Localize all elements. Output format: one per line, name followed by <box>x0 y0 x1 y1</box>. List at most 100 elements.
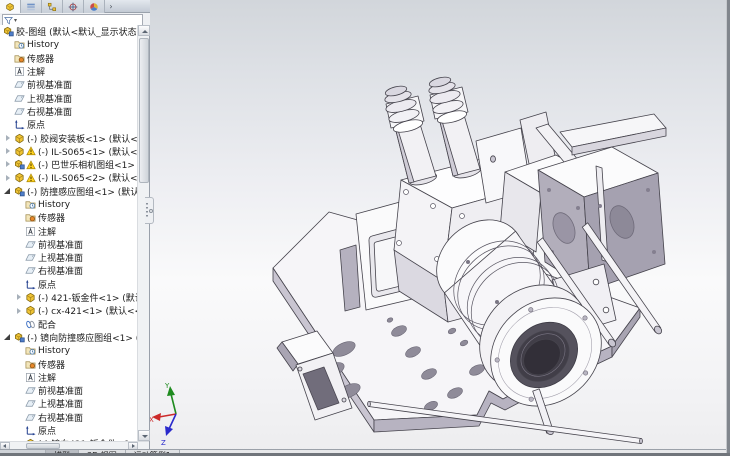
tab-properties-icon <box>26 2 36 12</box>
tree-row[interactable]: 原点 <box>0 278 137 291</box>
plane-icon <box>25 398 36 409</box>
scroll-up-button[interactable] <box>138 25 150 36</box>
tree-item-label: (-) IL-S065<1> (默认<<默认 <box>38 145 137 158</box>
triad-x-label: X <box>150 416 154 424</box>
tree-row[interactable]: 右视基准面 <box>0 264 137 277</box>
tree-item-label: 前视基准面 <box>38 384 83 397</box>
assembly-icon <box>3 26 14 37</box>
tree-row[interactable]: (-) IL-S065<2> (默认<<默认 <box>0 171 137 184</box>
tree-row[interactable]: 右视基准面 <box>0 411 137 424</box>
tree-item-label: 上视基准面 <box>27 92 72 105</box>
tree-row[interactable]: (-) 胶阀安装板<1> (默认<<默认 <box>0 131 137 144</box>
graphics-viewport[interactable]: X Y Z <box>150 0 727 453</box>
part-icon <box>14 172 25 183</box>
assembly-icon <box>14 159 25 170</box>
tree-row[interactable]: 原点 <box>0 424 137 437</box>
tree-row[interactable]: (-) 镜向防撞感应图组<1> (默认< <box>0 331 137 344</box>
tree-item-label: 右视基准面 <box>38 264 83 277</box>
tree-row[interactable]: 原点 <box>0 118 137 131</box>
tree-item-label: 传感器 <box>27 52 54 65</box>
vertical-scroll-thumb[interactable] <box>139 38 149 183</box>
tree-item-label: History <box>38 346 70 356</box>
featuremanager-tab-bar: › <box>0 0 150 13</box>
tree-row[interactable]: 传感器 <box>0 52 137 65</box>
tree-row[interactable]: 注解 <box>0 224 137 237</box>
tree-item-label: 配合 <box>38 318 56 331</box>
fm-tab-featuremanager-design-tree[interactable] <box>0 0 21 13</box>
tree-item-label: 传感器 <box>38 358 65 371</box>
tree-item-label: (-) IL-S065<2> (默认<<默认 <box>38 171 137 184</box>
sensors-icon <box>25 212 36 223</box>
tree-item-label: 原点 <box>38 424 56 437</box>
filter-funnel-icon[interactable] <box>4 16 13 25</box>
scroll-down-button[interactable] <box>138 430 150 441</box>
tree-row[interactable]: 上视基准面 <box>0 397 137 410</box>
expand-arrow-icon[interactable] <box>15 293 23 302</box>
fm-tab-property-manager[interactable] <box>21 0 42 13</box>
origin-icon <box>25 425 36 436</box>
assembly-icon <box>14 332 25 343</box>
solidworks-window: › ▾ 胶-图组 (默认<默认_显示状态-1>)History传感器注解前视基准… <box>0 0 730 456</box>
fm-tab-configuration-manager[interactable] <box>42 0 63 13</box>
expand-arrow-icon[interactable] <box>15 307 23 316</box>
tree-row[interactable]: 前视基准面 <box>0 384 137 397</box>
tree-row[interactable]: (-) 421-钣金件<1> (默认<< <box>0 291 137 304</box>
tree-row[interactable]: 前视基准面 <box>0 238 137 251</box>
tree-row[interactable]: 前视基准面 <box>0 78 137 91</box>
tree-row[interactable]: 注解 <box>0 371 137 384</box>
fm-tab-display-manager[interactable] <box>84 0 105 13</box>
tree-row[interactable]: (-) 巴世乐相机图组<1> (默认 <box>0 158 137 171</box>
model-cable-connectors[interactable] <box>384 75 482 187</box>
tree-item-label: 注解 <box>38 371 56 384</box>
tree-row[interactable]: 配合 <box>0 318 137 331</box>
expand-arrow-icon[interactable] <box>4 134 12 143</box>
tree-row[interactable]: 传感器 <box>0 357 137 370</box>
history-icon <box>14 39 25 50</box>
expand-arrow-icon[interactable] <box>4 147 12 156</box>
tree-item-label: History <box>38 200 70 210</box>
viewport-triad[interactable]: X Y Z <box>150 382 176 447</box>
tree-row[interactable]: 注解 <box>0 65 137 78</box>
tree-vertical-scrollbar[interactable] <box>137 25 149 441</box>
tree-row[interactable]: (-) 防撞感应图组<1> (默认<默认 <box>0 185 137 198</box>
tree-row[interactable]: History <box>0 38 137 51</box>
tree-row[interactable]: 胶-图组 (默认<默认_显示状态-1>) <box>0 25 137 38</box>
tree-row[interactable]: 上视基准面 <box>0 91 137 104</box>
tree-item-label: 传感器 <box>38 211 65 224</box>
collapse-arrow-icon[interactable] <box>4 187 12 196</box>
tree-item-label: 注解 <box>38 225 56 238</box>
part-icon <box>25 305 36 316</box>
plane-icon <box>25 252 36 263</box>
panel-splitter-handle[interactable] <box>145 197 154 224</box>
tree-row[interactable]: (-) IL-S065<1> (默认<<默认 <box>0 145 137 158</box>
tree-row[interactable]: (-) cx-421<1> (默认<<默认 <box>0 304 137 317</box>
plane-icon <box>14 79 25 90</box>
tree-filter-input[interactable] <box>17 15 142 25</box>
tree-item-label: (-) 421-钣金件<1> (默认<< <box>38 291 137 304</box>
warning-icon <box>26 173 36 183</box>
tree-row[interactable]: 上视基准面 <box>0 251 137 264</box>
cad-model[interactable]: X Y Z <box>150 0 727 453</box>
fm-tab-overflow-chevron[interactable]: › <box>105 0 117 13</box>
tab-dimxpert-icon <box>68 2 78 12</box>
part-icon <box>14 133 25 144</box>
tree-row[interactable]: History <box>0 198 137 211</box>
featuremanager-panel: › ▾ 胶-图组 (默认<默认_显示状态-1>)History传感器注解前视基准… <box>0 0 150 453</box>
fm-tab-dimxpert-manager[interactable] <box>63 0 84 13</box>
tree-row[interactable]: 传感器 <box>0 211 137 224</box>
tree-item-label: (-) 镜向防撞感应图组<1> (默认< <box>27 331 137 344</box>
tab-display-icon <box>89 2 99 12</box>
feature-tree: 胶-图组 (默认<默认_显示状态-1>)History传感器注解前视基准面上视基… <box>0 25 137 442</box>
collapse-arrow-icon[interactable] <box>4 333 12 342</box>
tree-row[interactable]: History <box>0 344 137 357</box>
expand-arrow-icon[interactable] <box>4 160 12 169</box>
plane-icon <box>14 93 25 104</box>
origin-icon <box>25 279 36 290</box>
plane-icon <box>25 265 36 276</box>
expand-arrow-icon[interactable] <box>4 174 12 183</box>
plane-icon <box>25 412 36 423</box>
tree-row[interactable]: 右视基准面 <box>0 105 137 118</box>
warning-icon <box>26 160 36 170</box>
sensors-icon <box>25 359 36 370</box>
tree-item-label: (-) 胶阀安装板<1> (默认<<默认 <box>27 132 137 145</box>
